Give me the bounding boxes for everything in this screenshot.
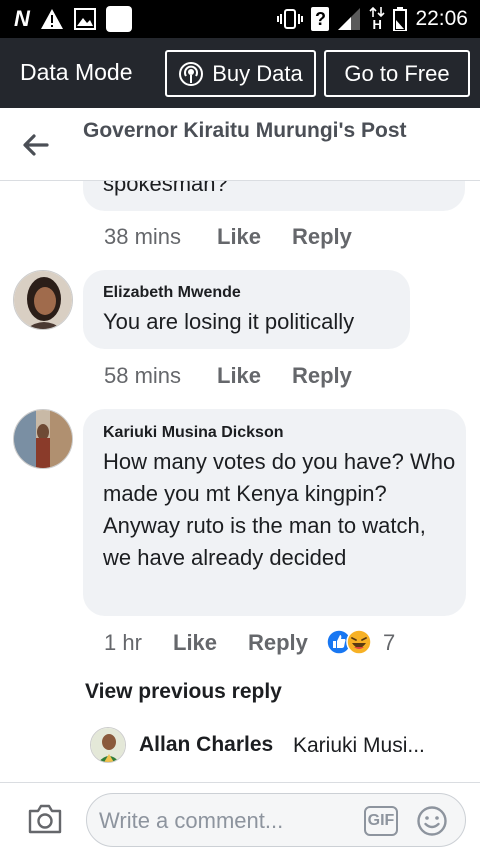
comment-placeholder: Write a comment... <box>99 808 284 833</box>
clock: 22:06 <box>415 7 468 30</box>
like-button[interactable]: Like <box>217 224 261 250</box>
commenter-name[interactable]: Kariuki Musina Dickson <box>103 424 284 442</box>
avatar[interactable] <box>13 409 73 469</box>
reply-button[interactable]: Reply <box>248 630 308 656</box>
like-button[interactable]: Like <box>217 363 261 389</box>
reply-avatar[interactable] <box>90 727 126 763</box>
data-h-icon: H <box>369 6 386 32</box>
buy-data-label: Buy Data <box>212 60 303 86</box>
reply-snippet[interactable]: Kariuki Musi... <box>293 734 425 758</box>
comment-text: How many votes do you have? Who made you… <box>103 449 456 570</box>
broadcast-icon <box>179 61 204 86</box>
buy-data-button[interactable]: Buy Data <box>165 50 316 97</box>
signal-icon <box>338 8 361 30</box>
comment-bubble[interactable]: Elizabeth Mwende You are losing it polit… <box>83 270 410 349</box>
reply-author[interactable]: Allan Charles <box>139 733 273 757</box>
battery-icon <box>393 7 408 31</box>
reaction-count: 7 <box>383 630 396 655</box>
data-mode-title: Data Mode <box>20 59 133 85</box>
sim-unknown-icon: ? <box>311 7 330 31</box>
comment-text: You are losing it politically <box>103 309 355 334</box>
camera-icon[interactable] <box>27 803 63 835</box>
reactions[interactable]: 7 <box>326 628 406 656</box>
comment-bubble[interactable]: Kariuki Musina Dickson How many votes do… <box>83 409 466 616</box>
go-to-free-button[interactable]: Go to Free <box>324 50 470 97</box>
commenter-name[interactable]: Elizabeth Mwende <box>103 284 241 302</box>
view-previous-reply-link[interactable]: View previous reply <box>85 680 282 704</box>
laugh-icon <box>346 629 372 655</box>
vibrate-icon <box>277 9 304 29</box>
n-icon: N <box>14 6 30 31</box>
comment-composer: Write a comment... GIF <box>0 782 480 854</box>
comment-time: 58 mins <box>104 363 182 388</box>
comment-input[interactable]: Write a comment... GIF <box>86 793 466 847</box>
go-to-free-label: Go to Free <box>344 60 450 86</box>
post-title-overlay: Governor Kiraitu Murungi's Post <box>83 119 407 142</box>
reply-button[interactable]: Reply <box>292 363 352 389</box>
reply-button[interactable]: Reply <box>292 224 352 250</box>
warning-icon <box>40 9 63 29</box>
image-icon <box>73 8 96 30</box>
avatar[interactable] <box>13 270 73 330</box>
comment-time: 38 mins <box>104 224 182 249</box>
comment-time: 1 hr <box>104 630 142 655</box>
data-mode-bar: Data Mode Buy Data Go to Free <box>0 38 480 108</box>
back-arrow-icon-overlay[interactable] <box>20 130 50 160</box>
square-icon <box>105 6 132 32</box>
gif-icon[interactable]: GIF <box>364 806 398 836</box>
like-button[interactable]: Like <box>173 630 217 656</box>
comment-meta: 38 mins <box>104 224 181 250</box>
emoji-icon[interactable] <box>416 805 448 837</box>
post-header-overlay: Governor Kiraitu Murungi's Post <box>0 108 480 181</box>
status-bar: N ? H 22:06 <box>0 0 480 38</box>
